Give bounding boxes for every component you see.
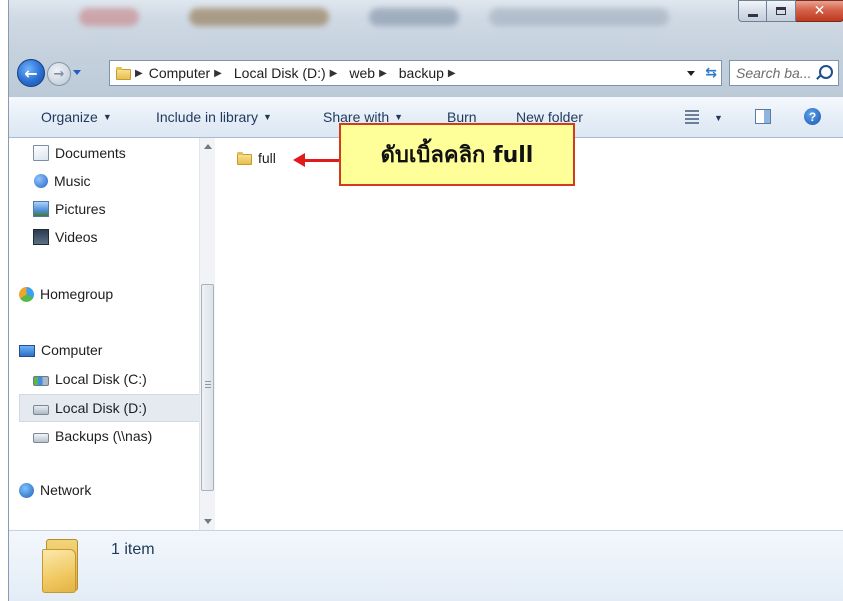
drive-icon [33,405,49,415]
include-in-library-label: Include in library [156,109,258,125]
close-icon: ✕ [813,3,826,19]
blurred-background [79,8,139,26]
maximize-button[interactable] [767,0,796,22]
nav-item-label: Local Disk (D:) [55,400,147,416]
computer-icon [19,345,35,357]
organize-button[interactable]: Organize ▼ [41,109,112,125]
folder-name: full [258,150,276,166]
breadcrumb-label: Computer [148,65,211,81]
refresh-icon[interactable]: ⇆ [705,64,717,81]
nav-item-label: Local Disk (C:) [55,371,147,387]
breadcrumb-label: web [349,65,376,81]
breadcrumb-label: backup [398,65,444,81]
nav-item-label: Homegroup [40,286,114,302]
chevron-down-icon: ▼ [262,112,272,122]
organize-label: Organize [41,109,98,125]
instruction-text: ดับเบิ้ลคลิก full [380,143,534,168]
back-arrow-icon: ← [24,63,38,83]
nav-item-label: Pictures [55,201,106,217]
nav-item-label: Music [54,173,91,189]
window-controls: ✕ [738,0,843,22]
close-button[interactable]: ✕ [796,0,843,22]
music-icon [34,174,48,188]
homegroup-icon [19,286,34,302]
folder-item-full[interactable]: full [237,150,276,166]
arrow-line [303,159,339,162]
navigation-scrollbar[interactable] [199,138,215,530]
chevron-right-icon[interactable]: ▶ [330,68,338,79]
breadcrumb-backup[interactable]: backup ▶ [399,65,462,81]
nav-item-label: Videos [55,229,98,245]
nav-item-network[interactable]: Network [19,478,91,502]
drive-icon [33,376,49,386]
address-bar[interactable]: ▶ Computer ▶ Local Disk (D:) ▶ web ▶ backup… [109,60,722,86]
maximize-icon [776,7,786,15]
include-in-library-button[interactable]: Include in library ▼ [156,109,272,125]
nav-item-documents[interactable]: Documents [33,141,126,165]
nav-item-videos[interactable]: Videos [33,225,98,249]
item-count: 1 item [111,541,155,558]
title-bar[interactable]: ✕ [9,0,843,48]
explorer-window: ✕ ← → ▶ Computer ▶ Local Disk (D:) ▶ web ▶ … [8,0,843,601]
blurred-background [489,8,669,26]
nav-item-local-disk-c[interactable]: Local Disk (C:) [33,367,147,391]
nav-item-label: Documents [55,145,126,161]
breadcrumb-label: Local Disk (D:) [233,65,326,81]
help-icon[interactable]: ? [804,108,821,125]
navigation-pane: Documents Music Pictures Videos Homegrou… [9,138,215,530]
blurred-background [189,8,329,26]
documents-icon [33,145,49,161]
nav-item-music[interactable]: Music [33,169,91,193]
breadcrumb-web[interactable]: web ▶ [349,65,392,81]
breadcrumb-computer[interactable]: Computer ▶ [149,65,228,81]
folder-icon [42,539,82,593]
recent-pages-dropdown[interactable] [73,70,81,75]
folder-front [42,549,76,593]
minimize-icon [747,13,758,17]
details-pane: 1 item [9,530,843,601]
search-placeholder: Search ba... [736,65,812,81]
scroll-down-icon[interactable] [204,519,212,524]
chevron-right-icon[interactable]: ▶ [135,68,143,79]
views-icon[interactable] [685,110,699,124]
chevron-right-icon[interactable]: ▶ [214,68,222,79]
chevron-down-icon: ▼ [394,112,404,122]
scroll-up-icon[interactable] [204,144,212,149]
instruction-callout: ดับเบิ้ลคลิก full [339,123,575,186]
preview-pane-icon[interactable] [755,109,771,124]
chevron-right-icon[interactable]: ▶ [379,68,387,79]
navigation-bar: ← → ▶ Computer ▶ Local Disk (D:) ▶ web ▶ ba… [9,48,843,96]
blurred-background [369,8,459,26]
file-list: full ดับเบิ้ลคลิก full [215,123,843,530]
nav-item-label: Computer [41,342,103,358]
pictures-icon [33,201,49,217]
breadcrumb-local-disk-d[interactable]: Local Disk (D:) ▶ [234,65,344,81]
nav-item-label: Backups (\\nas) [55,428,153,444]
network-icon [19,482,34,498]
chevron-down-icon: ▼ [714,113,723,123]
folder-icon [237,151,252,165]
chevron-down-icon: ▼ [102,112,112,122]
minimize-button[interactable] [738,0,767,22]
nav-item-computer[interactable]: Computer [19,338,102,362]
forward-button[interactable]: → [47,62,71,86]
folder-icon [116,66,131,80]
nav-item-homegroup[interactable]: Homegroup [19,282,113,306]
back-button[interactable]: ← [17,59,45,87]
views-dropdown[interactable]: ▼ [709,110,723,126]
address-history-dropdown[interactable] [687,71,695,76]
grip-icon [205,381,211,388]
videos-icon [33,229,49,245]
scrollbar-thumb[interactable] [201,284,214,491]
forward-arrow-icon: → [53,66,65,82]
nav-item-label: Network [40,482,92,498]
search-input[interactable]: Search ba... [729,60,839,86]
nav-item-local-disk-d[interactable]: Local Disk (D:) [19,394,208,422]
chevron-right-icon[interactable]: ▶ [448,68,456,79]
nav-item-pictures[interactable]: Pictures [33,197,106,221]
nav-item-backups-nas[interactable]: Backups (\\nas) [33,424,152,448]
search-icon[interactable] [819,65,833,79]
network-drive-icon [33,433,49,443]
